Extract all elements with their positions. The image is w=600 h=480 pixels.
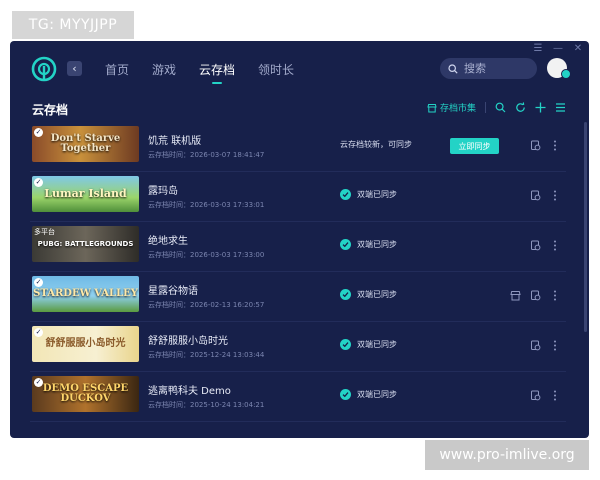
sync-status-label: 云存档较新，可同步 <box>340 140 412 149</box>
installed-check-icon: ✓ <box>34 178 43 187</box>
more-icon[interactable] <box>553 190 557 201</box>
game-name: 逃离鸭科夫 Demo <box>148 386 231 397</box>
watermark-top: TG: MYYJJPP <box>12 11 134 39</box>
save-history-icon[interactable] <box>530 290 541 301</box>
more-icon[interactable] <box>553 240 557 251</box>
search-box[interactable] <box>440 58 537 79</box>
installed-check-icon: ✓ <box>34 278 43 287</box>
game-thumbnail: Don't Starve Together ✓ <box>32 126 139 162</box>
back-button[interactable]: ‹ <box>67 61 82 76</box>
game-name: 绝地求生 <box>148 236 188 247</box>
thumbnail-title: Don't Starve Together <box>50 133 121 154</box>
installed-check-icon: ✓ <box>34 378 43 387</box>
game-name: 饥荒 联机版 <box>148 136 202 147</box>
refresh-icon[interactable] <box>515 102 526 113</box>
sync-status: 双端已同步 <box>340 339 397 350</box>
game-thumbnail: DEMO ESCAPE DUCKOV ✓ <box>32 376 139 412</box>
game-thumbnail: PUBG: BATTLEGROUNDS 多平台 <box>32 226 139 262</box>
search-icon[interactable] <box>495 102 506 113</box>
game-name: 露玛岛 <box>148 186 178 197</box>
save-market-label: 存档市集 <box>440 104 477 114</box>
list-icon[interactable] <box>555 102 566 113</box>
synced-check-icon <box>340 289 351 300</box>
save-time: 云存档时间：2025-10-24 13:04:21 <box>148 401 265 409</box>
app-window: ☰ — ✕ ‹ 首页 游戏 云存档 领时长 云存档 <box>10 41 589 438</box>
more-icon[interactable] <box>553 390 557 401</box>
installed-check-icon: ✓ <box>34 328 43 337</box>
save-time: 云存档时间：2026-02-13 16:20:57 <box>148 301 265 309</box>
save-history-icon[interactable] <box>530 140 541 151</box>
sync-status-label: 双端已同步 <box>357 240 397 249</box>
sync-status-label: 双端已同步 <box>357 190 397 199</box>
sync-now-button[interactable]: 立即同步 <box>450 138 499 154</box>
save-history-icon[interactable] <box>530 240 541 251</box>
more-icon[interactable] <box>553 290 557 301</box>
save-time: 云存档时间：2025-12-24 13:03:44 <box>148 351 265 359</box>
section-title: 云存档 <box>32 103 69 117</box>
store-icon[interactable] <box>510 290 521 301</box>
game-thumbnail: 舒舒服服小岛时光 ✓ <box>32 326 139 362</box>
search-icon <box>448 63 458 74</box>
app-logo-icon <box>31 56 57 82</box>
add-icon[interactable] <box>535 102 546 113</box>
save-time: 云存档时间：2026-03-03 17:33:00 <box>148 251 265 259</box>
synced-check-icon <box>340 239 351 250</box>
game-thumbnail: Lumar Island ✓ <box>32 176 139 212</box>
list-item[interactable]: DEMO ESCAPE DUCKOV ✓ 逃离鸭科夫 Demo 云存档时间：20… <box>30 372 566 422</box>
sync-status: 双端已同步 <box>340 189 397 200</box>
sync-status: 双端已同步 <box>340 289 397 300</box>
list-item[interactable]: Don't Starve Together ✓ 饥荒 联机版 云存档时间：202… <box>30 122 566 172</box>
scrollbar[interactable] <box>584 122 587 332</box>
save-time: 云存档时间：2026-03-07 18:41:47 <box>148 151 265 159</box>
store-icon <box>427 103 437 112</box>
save-history-icon[interactable] <box>530 390 541 401</box>
game-name: 舒舒服服小岛时光 <box>148 336 228 347</box>
multi-platform-tag: 多平台 <box>34 228 55 236</box>
thumbnail-title: 舒舒服服小岛时光 <box>45 338 126 349</box>
save-history-icon[interactable] <box>530 340 541 351</box>
sync-status: 双端已同步 <box>340 389 397 400</box>
list-item[interactable]: 舒舒服服小岛时光 ✓ 舒舒服服小岛时光 云存档时间：2025-12-24 13:… <box>30 322 566 372</box>
nav-claim-time[interactable]: 领时长 <box>258 61 294 78</box>
thumbnail-title: STARDEW VALLEY <box>33 288 138 299</box>
installed-check-icon: ✓ <box>34 128 43 137</box>
nav-home[interactable]: 首页 <box>105 61 129 78</box>
save-history-icon[interactable] <box>530 190 541 201</box>
list-item[interactable]: PUBG: BATTLEGROUNDS 多平台 绝地求生 云存档时间：2026-… <box>30 222 566 272</box>
list-item[interactable]: Lumar Island ✓ 露玛岛 云存档时间：2026-03-03 17:3… <box>30 172 566 222</box>
game-name: 星露谷物语 <box>148 286 198 297</box>
sync-status: 云存档较新，可同步 <box>340 139 412 150</box>
thumbnail-title: DEMO ESCAPE DUCKOV <box>42 383 129 404</box>
sync-status-label: 双端已同步 <box>357 340 397 349</box>
toolbar: 存档市集 <box>427 101 575 114</box>
thumbnail-title: Lumar Island <box>44 187 127 200</box>
search-input[interactable] <box>462 61 531 76</box>
list-item[interactable]: STARDEW VALLEY ✓ 星露谷物语 云存档时间：2026-02-13 … <box>30 272 566 322</box>
save-market-button[interactable]: 存档市集 <box>427 101 476 114</box>
sync-status-label: 双端已同步 <box>357 290 397 299</box>
toolbar-divider <box>485 102 487 113</box>
synced-check-icon <box>340 189 351 200</box>
more-icon[interactable] <box>553 140 557 151</box>
nav-games[interactable]: 游戏 <box>152 61 176 78</box>
watermark-bottom: www.pro-imlive.org <box>425 440 589 470</box>
nav-cloud-save[interactable]: 云存档 <box>199 61 235 78</box>
synced-check-icon <box>340 389 351 400</box>
more-icon[interactable] <box>553 340 557 351</box>
save-time: 云存档时间：2026-03-03 17:33:01 <box>148 201 265 209</box>
cloud-save-list: Don't Starve Together ✓ 饥荒 联机版 云存档时间：202… <box>30 122 566 422</box>
top-bar: ‹ 首页 游戏 云存档 领时长 <box>10 41 589 101</box>
avatar-badge-icon <box>561 69 571 79</box>
main-nav: 首页 游戏 云存档 领时长 <box>105 61 317 78</box>
synced-check-icon <box>340 339 351 350</box>
sync-status-label: 双端已同步 <box>357 390 397 399</box>
sync-status: 双端已同步 <box>340 239 397 250</box>
game-thumbnail: STARDEW VALLEY ✓ <box>32 276 139 312</box>
